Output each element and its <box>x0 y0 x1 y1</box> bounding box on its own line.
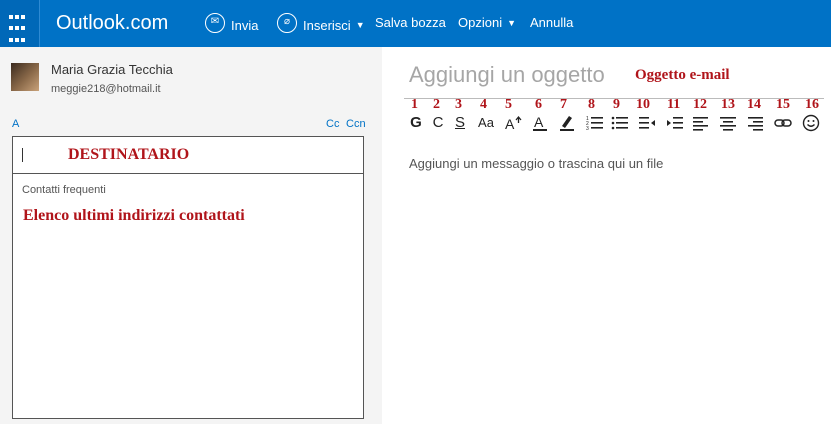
emoji-icon[interactable] <box>801 113 821 133</box>
brand-title[interactable]: Outlook.com <box>56 12 168 35</box>
avatar <box>11 63 39 91</box>
options-label: Opzioni <box>458 15 503 30</box>
toolbar-number: 9 <box>613 97 620 112</box>
align-left-icon[interactable] <box>691 113 711 133</box>
svg-text:A: A <box>534 114 544 130</box>
toolbar-number: 6 <box>535 97 542 112</box>
options-button[interactable]: Opzioni ▼ <box>458 15 516 30</box>
chevron-down-icon: ▼ <box>507 17 516 28</box>
frequent-contacts-annotation: Elenco ultimi indirizzi contattati <box>23 207 245 224</box>
svg-text:A: A <box>505 116 515 132</box>
top-bar: Outlook.com ✉ Invia ⌀ Inserisci ▼ Salva … <box>0 0 831 47</box>
align-right-icon[interactable] <box>745 113 765 133</box>
sender-email: meggie218@hotmail.it <box>51 83 161 95</box>
recipients-pane: Maria Grazia Tecchia meggie218@hotmail.i… <box>0 47 382 424</box>
send-icon: ✉ <box>205 13 225 33</box>
toolbar-number: 10 <box>636 97 650 112</box>
toolbar-number: 5 <box>505 97 512 112</box>
toolbar-number: 14 <box>747 97 761 112</box>
toolbar-number: 15 <box>776 97 790 112</box>
to-annotation: DESTINATARIO <box>68 146 190 163</box>
align-center-icon[interactable] <box>718 113 738 133</box>
send-button[interactable]: ✉ Invia <box>205 13 259 35</box>
grow-font-icon[interactable]: A <box>503 113 523 133</box>
toolbar-number: 4 <box>480 97 487 112</box>
toolbar-number: 8 <box>588 97 595 112</box>
sender-name: Maria Grazia Tecchia <box>51 62 173 77</box>
toolbar-number: 12 <box>693 97 707 112</box>
highlight-icon[interactable] <box>557 113 577 133</box>
svg-text:3: 3 <box>586 126 589 132</box>
toolbar-number: 7 <box>560 97 567 112</box>
chevron-down-icon: ▼ <box>355 20 365 30</box>
toolbar-number: 11 <box>667 97 681 112</box>
text-caret <box>22 148 23 162</box>
app-launcher-icon[interactable] <box>0 0 40 47</box>
italic-icon[interactable]: C <box>428 113 448 133</box>
subject-annotation: Oggetto e-mail <box>635 67 730 83</box>
frequent-contacts-list[interactable]: Contatti frequenti Elenco ultimi indiriz… <box>12 173 364 419</box>
toolbar-number: 2 <box>433 97 440 112</box>
toolbar-number: 1 <box>411 97 418 112</box>
message-body-input[interactable]: Aggiungi un messaggio o trascina qui un … <box>409 156 663 171</box>
send-label: Invia <box>231 17 259 33</box>
bullet-list-icon[interactable] <box>610 113 630 133</box>
bold-icon[interactable]: G <box>406 113 426 133</box>
toolbar-number: 3 <box>455 97 462 112</box>
save-draft-label: Salva bozza <box>375 15 446 30</box>
to-label[interactable]: A <box>12 118 19 130</box>
underline-icon[interactable]: S <box>450 113 470 133</box>
insert-label: Inserisci <box>303 17 351 33</box>
save-draft-button[interactable]: Salva bozza <box>375 15 446 30</box>
frequent-contacts-title: Contatti frequenti <box>22 184 106 196</box>
numbered-list-icon[interactable]: 123 <box>585 113 605 133</box>
cc-link[interactable]: Cc <box>326 118 339 130</box>
toolbar-number: 13 <box>721 97 735 112</box>
bcc-link[interactable]: Ccn <box>346 118 366 130</box>
cancel-label: Annulla <box>530 15 574 30</box>
font-size-icon[interactable]: Aa <box>476 113 496 133</box>
cancel-button[interactable]: Annulla <box>530 15 573 30</box>
subject-input[interactable]: Aggiungi un oggetto <box>409 62 605 88</box>
insert-button[interactable]: ⌀ Inserisci ▼ <box>277 13 365 35</box>
increase-indent-icon[interactable] <box>665 113 685 133</box>
link-icon[interactable] <box>773 113 793 133</box>
toolbar-number: 16 <box>805 97 819 112</box>
paperclip-icon: ⌀ <box>277 13 297 33</box>
font-color-icon[interactable]: A <box>530 113 550 133</box>
decrease-indent-icon[interactable] <box>637 113 657 133</box>
to-input[interactable]: DESTINATARIO <box>12 136 364 174</box>
